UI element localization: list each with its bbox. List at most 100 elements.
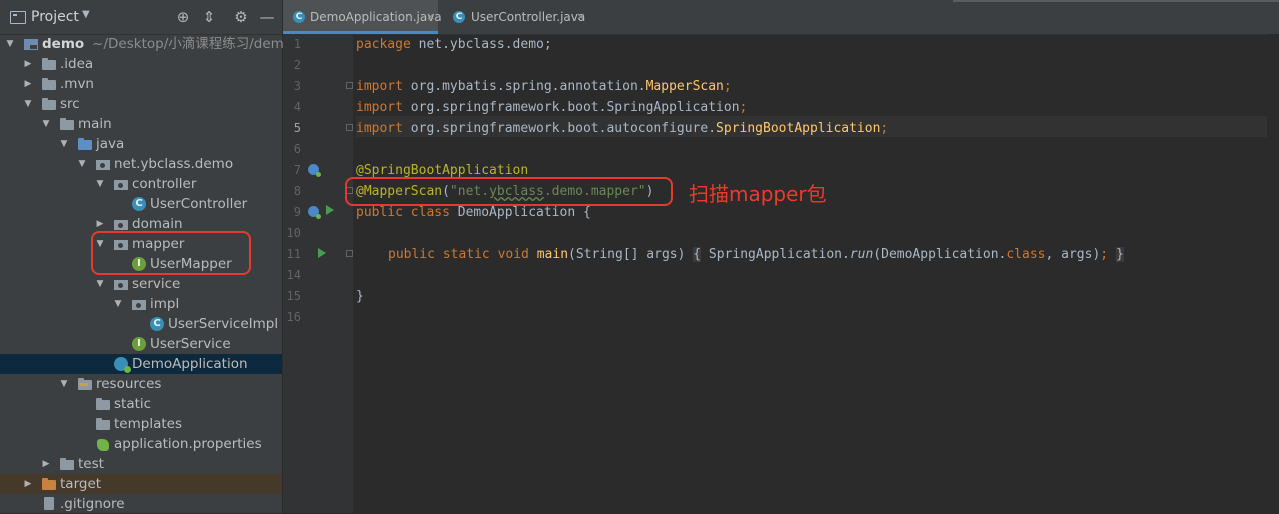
tree-item-idea[interactable]: ▶ .idea xyxy=(0,54,282,74)
run-icon[interactable] xyxy=(326,205,334,215)
line-number: 16 xyxy=(286,310,301,324)
chevron-down-icon[interactable]: ▼ xyxy=(76,154,88,174)
project-panel: Project ▼ ⊕ ⇕ ⚙ — ▼ demo ~/Desktop/小滴课程练习… xyxy=(0,0,293,514)
tree-item-java[interactable]: ▼ java xyxy=(0,134,282,154)
package-icon xyxy=(114,220,128,230)
editor-gutter: 1 2 3 4 5 6 7 8 9 10 11 14 15 16 xyxy=(283,34,353,513)
tree-item-impl[interactable]: ▼ impl xyxy=(0,294,282,314)
target-icon[interactable]: ⊕ xyxy=(174,8,192,26)
collapse-icon[interactable]: ⇕ xyxy=(200,8,218,26)
chevron-right-icon[interactable]: ▶ xyxy=(22,54,34,74)
tree-item-label: java xyxy=(96,136,125,152)
project-panel-title[interactable]: Project xyxy=(31,9,79,25)
chevron-down-icon[interactable]: ▼ xyxy=(58,374,70,394)
module-folder-icon xyxy=(24,39,38,50)
tree-item-gitignore[interactable]: .gitignore xyxy=(0,494,282,514)
code-line-3: import org.mybatis.spring.annotation.Map… xyxy=(356,79,732,94)
tree-item-label: UserServiceImpl xyxy=(168,316,279,332)
chevron-down-icon[interactable]: ▼ xyxy=(22,94,34,114)
fold-marker-icon[interactable] xyxy=(346,124,353,131)
tree-item-service[interactable]: ▼ service xyxy=(0,274,282,294)
interface-icon: I xyxy=(132,337,146,351)
line-number: 4 xyxy=(293,100,301,114)
tree-item-main[interactable]: ▼ main xyxy=(0,114,282,134)
line-number: 8 xyxy=(293,184,301,198)
folder-icon xyxy=(60,118,74,130)
tab-bar-edge xyxy=(953,0,1279,2)
chevron-down-icon[interactable]: ▼ xyxy=(94,274,106,294)
tab-demoapplication[interactable]: C DemoApplication.java × xyxy=(283,0,442,34)
code-line-11: public static void main(String[] args) {… xyxy=(388,247,1124,262)
line-number: 9 xyxy=(293,205,301,219)
gear-icon[interactable]: ⚙ xyxy=(232,8,250,26)
tree-item-package-root[interactable]: ▼ net.ybclass.demo xyxy=(0,154,282,174)
chevron-right-icon[interactable]: ▶ xyxy=(22,74,34,94)
source-folder-icon xyxy=(78,138,92,150)
tree-item-label: service xyxy=(132,276,181,292)
tree-item-label: UserService xyxy=(150,336,231,352)
tree-item-label: controller xyxy=(132,176,197,192)
chevron-down-icon[interactable]: ▼ xyxy=(94,174,106,194)
tree-item-label: .idea xyxy=(60,56,94,72)
tree-item-templates[interactable]: templates xyxy=(0,414,282,434)
excluded-folder-icon xyxy=(42,478,56,490)
chevron-right-icon[interactable]: ▶ xyxy=(22,474,34,494)
chevron-down-icon[interactable]: ▼ xyxy=(112,294,124,314)
package-icon xyxy=(114,180,128,190)
tab-usercontroller[interactable]: C UserController.java × xyxy=(443,0,593,34)
chevron-down-icon[interactable]: ▼ xyxy=(58,134,70,154)
close-icon[interactable]: × xyxy=(576,0,585,34)
class-icon: C xyxy=(150,317,164,331)
line-number: 11 xyxy=(286,247,301,261)
tree-item-userservice[interactable]: I UserService xyxy=(0,334,282,354)
editor-scrollbar[interactable] xyxy=(1267,34,1279,513)
tree-item-userserviceimpl[interactable]: C UserServiceImpl xyxy=(0,314,282,334)
tree-item-controller[interactable]: ▼ controller xyxy=(0,174,282,194)
resources-folder-icon xyxy=(78,378,92,390)
ide-window: Project ▼ ⊕ ⇕ ⚙ — ▼ demo ~/Desktop/小滴课程练习… xyxy=(0,0,1279,513)
tree-item-target[interactable]: ▶ target xyxy=(0,474,282,494)
package-icon xyxy=(114,280,128,290)
chevron-down-icon[interactable]: ▼ xyxy=(82,9,90,20)
tree-item-label: src xyxy=(60,96,80,112)
tree-item-label: UserController xyxy=(150,196,248,212)
code-area[interactable]: package net.ybclass.demo; import org.myb… xyxy=(345,34,1279,513)
tree-item-label: demo xyxy=(42,36,85,52)
tree-item-demoapplication[interactable]: DemoApplication xyxy=(0,354,282,374)
close-icon[interactable]: × xyxy=(426,0,435,34)
folder-icon xyxy=(96,418,110,430)
tree-item-label: impl xyxy=(150,296,180,312)
chevron-down-icon[interactable]: ▼ xyxy=(4,34,16,54)
fold-marker-icon[interactable] xyxy=(346,250,353,257)
fold-marker-icon[interactable] xyxy=(346,82,353,89)
minimize-icon[interactable]: — xyxy=(258,8,276,26)
tree-item-usercontroller[interactable]: C UserController xyxy=(0,194,282,214)
tab-label: DemoApplication.java xyxy=(310,10,442,24)
spring-bean-gutter-icon[interactable] xyxy=(308,206,321,219)
tree-item-label: .mvn xyxy=(60,76,94,92)
line-number-current: 5 xyxy=(293,121,301,135)
tree-item-application-properties[interactable]: application.properties xyxy=(0,434,282,454)
class-icon: C xyxy=(132,197,146,211)
chevron-down-icon[interactable]: ▼ xyxy=(40,114,52,134)
chevron-right-icon[interactable]: ▶ xyxy=(40,454,52,474)
spring-bean-gutter-icon[interactable] xyxy=(308,164,321,177)
package-icon xyxy=(96,160,110,170)
run-icon[interactable] xyxy=(318,248,326,258)
tree-item-src[interactable]: ▼ src xyxy=(0,94,282,114)
editor-tab-bar: C DemoApplication.java × C UserControlle… xyxy=(283,0,1279,35)
project-view-icon xyxy=(10,11,26,24)
tree-item-demo[interactable]: ▼ demo ~/Desktop/小滴课程练习/demo xyxy=(0,34,293,54)
folder-icon xyxy=(42,78,56,90)
annotation-callout: 扫描mapper包 xyxy=(689,182,827,206)
tree-item-mvn[interactable]: ▶ .mvn xyxy=(0,74,282,94)
tree-item-resources[interactable]: ▼ resources xyxy=(0,374,282,394)
tree-item-test[interactable]: ▶ test xyxy=(0,454,282,474)
class-icon: C xyxy=(453,11,465,23)
gitignore-icon xyxy=(44,497,54,510)
tree-item-label: resources xyxy=(96,376,162,392)
tree-item-label: DemoApplication xyxy=(132,356,248,372)
tree-item-path: ~/Desktop/小滴课程练习/demo xyxy=(92,36,293,52)
class-icon: C xyxy=(293,11,305,23)
tree-item-static[interactable]: static xyxy=(0,394,282,414)
